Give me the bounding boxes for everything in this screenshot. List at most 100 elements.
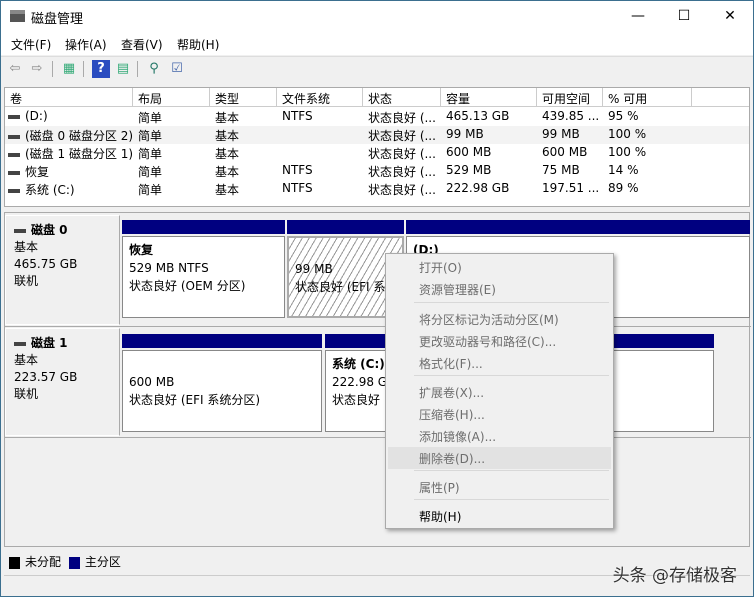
cell-text: 75 MB bbox=[542, 163, 580, 177]
window-title: 磁盘管理 bbox=[31, 12, 84, 27]
context-menu-item[interactable]: 删除卷(D)... bbox=[388, 447, 611, 469]
column-header-percent-free[interactable]: % 可用 bbox=[603, 88, 692, 107]
table-cell: 基本 bbox=[210, 162, 277, 180]
menu-help[interactable]: 帮助(H) bbox=[177, 36, 219, 53]
column-header-free-space[interactable]: 可用空间 bbox=[537, 88, 603, 107]
context-menu-item[interactable]: 格式化(F)... bbox=[388, 352, 611, 374]
context-menu-item[interactable]: 扩展卷(X)... bbox=[388, 381, 611, 403]
table-row[interactable]: (磁盘 0 磁盘分区 2) 简单 基本 状态良好 (... 99 MB 99 MB 100 … bbox=[5, 126, 749, 144]
partition-name bbox=[129, 355, 315, 373]
table-cell: 简单 bbox=[133, 108, 210, 126]
minimize-button[interactable]: — bbox=[615, 1, 661, 31]
cell-text: 状态良好 (... bbox=[368, 183, 436, 197]
disk-1-label[interactable]: 磁盘 1 基本 223.57 GB 联机 bbox=[5, 328, 120, 436]
partition-efi-disk1[interactable]: 600 MB 状态良好 (EFI 系统分区) bbox=[122, 334, 322, 432]
cell-text: 99 MB bbox=[446, 127, 484, 141]
watermark: 头条 @存储极客 bbox=[612, 566, 737, 586]
context-menu-item[interactable]: 属性(P) bbox=[388, 476, 611, 498]
maximize-button[interactable]: ☐ bbox=[661, 1, 707, 31]
table-cell: 状态良好 (... bbox=[363, 126, 441, 144]
context-menu-item[interactable]: 资源管理器(E) bbox=[388, 278, 611, 300]
partition-size: 99 MB bbox=[295, 262, 333, 276]
disk-0-label[interactable]: 磁盘 0 基本 465.75 GB 联机 bbox=[5, 215, 120, 325]
table-cell: 600 MB bbox=[537, 144, 603, 162]
context-menu-item[interactable]: 更改驱动器号和路径(C)... bbox=[388, 330, 611, 352]
divider bbox=[5, 437, 751, 438]
console-tree-icon[interactable]: ▦ bbox=[60, 60, 78, 78]
table-cell: 197.51 ... bbox=[537, 180, 603, 198]
disk-name: 磁盘 0 bbox=[31, 223, 68, 237]
partition-recovery[interactable]: 恢复 529 MB NTFS 状态良好 (OEM 分区) bbox=[122, 220, 285, 318]
column-header-layout[interactable]: 布局 bbox=[133, 88, 210, 107]
cell-text: 简单 bbox=[138, 183, 163, 197]
disk-management-app-icon bbox=[10, 10, 25, 22]
cell-text: 恢复 bbox=[25, 165, 50, 179]
menu-file[interactable]: 文件(F) bbox=[11, 36, 51, 53]
table-cell: 系统 (C:) bbox=[5, 180, 133, 198]
table-cell: (磁盘 0 磁盘分区 2) bbox=[5, 126, 133, 144]
table-row[interactable]: 系统 (C:) 简单 基本 NTFS 状态良好 (... 222.98 GB 197.51 … bbox=[5, 180, 749, 198]
context-menu-item[interactable]: 将分区标记为活动分区(M) bbox=[388, 308, 611, 330]
column-header-capacity[interactable]: 容量 bbox=[441, 88, 537, 107]
help-icon[interactable]: ? bbox=[92, 60, 110, 78]
cell-text: 197.51 ... bbox=[542, 181, 600, 195]
column-header-filesystem[interactable]: 文件系统 bbox=[277, 88, 363, 107]
cell-text: 100 % bbox=[608, 145, 647, 159]
table-cell: NTFS bbox=[277, 162, 363, 180]
cell-text: 14 % bbox=[608, 163, 639, 177]
table-cell: 简单 bbox=[133, 126, 210, 144]
toolbar: ⇦ ⇨ ▦ ? ▤ ⚲ ☑ bbox=[1, 56, 753, 80]
table-cell: 529 MB bbox=[441, 162, 537, 180]
table-cell: 600 MB bbox=[441, 144, 537, 162]
table-cell: (D:) bbox=[5, 108, 133, 126]
cell-text: 简单 bbox=[138, 165, 163, 179]
cell-text: 状态良好 (... bbox=[368, 129, 436, 143]
table-cell: 状态良好 (... bbox=[363, 180, 441, 198]
toolbar-separator bbox=[83, 61, 84, 77]
forward-arrow-icon[interactable]: ⇨ bbox=[28, 60, 46, 78]
column-header-type[interactable]: 类型 bbox=[210, 88, 277, 107]
disk-graphical-view: 磁盘 0 基本 465.75 GB 联机 恢复 529 MB NTFS 状态良好… bbox=[4, 212, 751, 547]
disk-type: 基本 bbox=[14, 353, 39, 367]
connect-icon[interactable]: ⚲ bbox=[145, 60, 163, 78]
cell-text: 100 % bbox=[608, 127, 647, 141]
disk-status: 联机 bbox=[14, 387, 39, 401]
table-cell: 基本 bbox=[210, 144, 277, 162]
legend-primary: 主分区 bbox=[68, 555, 121, 569]
volume-icon bbox=[8, 134, 20, 139]
column-header-status[interactable]: 状态 bbox=[363, 88, 441, 107]
volume-icon bbox=[8, 152, 20, 157]
table-row[interactable]: (磁盘 1 磁盘分区 1) 简单 基本 状态良好 (... 600 MB 600 MB 10… bbox=[5, 144, 749, 162]
cell-text: 439.85 ... bbox=[542, 109, 600, 123]
column-header-volume[interactable]: 卷 bbox=[5, 88, 133, 107]
cell-text: (D:) bbox=[25, 109, 48, 123]
menu-view[interactable]: 查看(V) bbox=[121, 36, 163, 53]
table-cell: 222.98 GB bbox=[441, 180, 537, 198]
disk-icon bbox=[14, 228, 26, 233]
table-row[interactable]: (D:) 简单 基本 NTFS 状态良好 (... 465.13 GB 439.85 ...… bbox=[5, 108, 749, 126]
cell-text: 状态良好 (... bbox=[368, 165, 436, 179]
table-row[interactable]: 恢复 简单 基本 NTFS 状态良好 (... 529 MB 75 MB 14 % bbox=[5, 162, 749, 180]
close-button[interactable]: ✕ bbox=[707, 1, 753, 31]
menu-action[interactable]: 操作(A) bbox=[65, 36, 107, 53]
table-cell: 14 % bbox=[603, 162, 692, 180]
table-cell: 100 % bbox=[603, 126, 692, 144]
table-cell bbox=[277, 144, 363, 162]
properties-icon[interactable]: ☑ bbox=[168, 60, 186, 78]
back-arrow-icon[interactable]: ⇦ bbox=[6, 60, 24, 78]
context-menu-item[interactable]: 添加镜像(A)... bbox=[388, 425, 611, 447]
context-menu-item[interactable]: 打开(O) bbox=[388, 256, 611, 278]
unallocated-swatch bbox=[9, 556, 20, 569]
menu-separator bbox=[414, 470, 609, 471]
context-menu: 打开(O) 资源管理器(E) 将分区标记为活动分区(M) 更改驱动器号和路径(C)..… bbox=[385, 253, 614, 529]
cell-text: 基本 bbox=[215, 183, 240, 197]
context-menu-item[interactable]: 帮助(H) bbox=[388, 505, 611, 527]
context-menu-item[interactable]: 压缩卷(H)... bbox=[388, 403, 611, 425]
cell-text: (磁盘 1 磁盘分区 1) bbox=[25, 147, 133, 161]
table-cell: 基本 bbox=[210, 126, 277, 144]
partition-status: 状态良好 (EFI 系统分区) bbox=[129, 393, 261, 407]
column-header-blank bbox=[692, 88, 749, 107]
cell-text: 状态良好 (... bbox=[368, 111, 436, 125]
cell-text: 465.13 GB bbox=[446, 109, 510, 123]
action-pane-icon[interactable]: ▤ bbox=[114, 60, 132, 78]
